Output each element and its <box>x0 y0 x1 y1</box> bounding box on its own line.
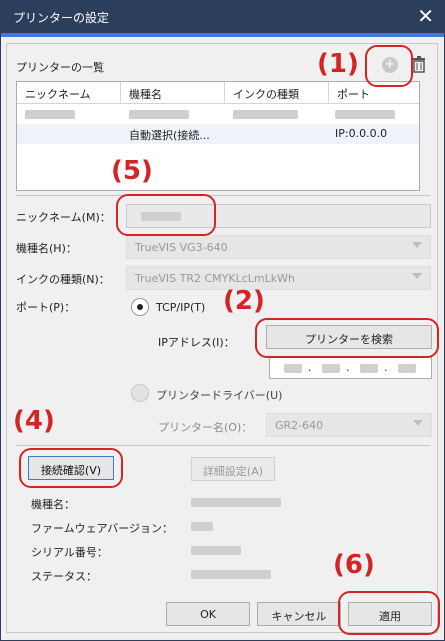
ip-address-field[interactable]: . . . <box>269 357 432 379</box>
nickname-label: ニックネーム(M)： <box>16 211 111 224</box>
title-bar: プリンターの設定 ✕ <box>1 1 444 33</box>
info-status-label: ステータス： <box>31 570 97 583</box>
callout-2-ring <box>255 318 439 358</box>
printer-driver-label[interactable]: プリンタードライバー(U) <box>156 387 282 403</box>
row-port <box>335 109 395 122</box>
info-model-label: 機種名： <box>31 498 75 511</box>
chevron-down-icon <box>412 273 422 279</box>
ink-select[interactable]: TrueVIS TR2 CMYKLcLmLkWh <box>126 266 431 290</box>
printer-name-select[interactable]: GR2-640 <box>266 413 432 437</box>
row-model: 自動選択(接続... <box>129 129 210 142</box>
printer-list-label: プリンターの一覧 <box>16 61 104 74</box>
divider <box>16 445 430 446</box>
row-nickname <box>25 109 75 122</box>
ip-dot: . <box>308 361 312 374</box>
ip-dot: . <box>384 361 388 374</box>
info-status-value <box>191 570 271 579</box>
callout-6: (6) <box>333 550 375 580</box>
table-row[interactable]: 自動選択(接続... IP:0.0.0.0 <box>17 124 419 144</box>
chevron-down-icon <box>412 242 422 248</box>
ip-dot: . <box>346 361 350 374</box>
callout-4: (4) <box>13 406 55 436</box>
callout-1: (1) <box>317 49 359 79</box>
column-header-nickname[interactable]: ニックネーム <box>17 82 121 104</box>
window-title: プリンターの設定 <box>13 11 110 25</box>
tcpip-radio[interactable] <box>131 298 149 316</box>
callout-1-ring <box>365 45 413 87</box>
row-model <box>129 109 189 122</box>
info-serial-value <box>191 546 241 555</box>
table-row[interactable] <box>17 106 419 126</box>
row-ink <box>233 109 298 122</box>
callout-2: (2) <box>223 286 265 316</box>
port-label: ポート(P)： <box>16 301 76 314</box>
model-label: 機種名(H)： <box>16 242 77 255</box>
column-header-model[interactable]: 機種名 <box>121 82 225 104</box>
callout-4-ring <box>19 448 123 488</box>
cancel-button[interactable]: キャンセル <box>257 602 341 626</box>
model-select[interactable]: TrueVIS VG3-640 <box>126 235 431 259</box>
advanced-settings-button[interactable]: 詳細設定(A) <box>191 457 275 481</box>
printer-name-label: プリンター名(O)： <box>158 421 253 434</box>
info-serial-label: シリアル番号： <box>31 546 108 559</box>
column-header-ink[interactable]: インクの種類 <box>225 82 329 104</box>
row-port: IP:0.0.0.0 <box>335 127 388 140</box>
info-model-value <box>191 498 281 507</box>
ink-label: インクの種類(N)： <box>16 273 110 286</box>
title-accent-bar <box>1 33 444 37</box>
divider <box>16 195 430 196</box>
ink-select-value: TrueVIS TR2 CMYKLcLmLkWh <box>135 272 295 285</box>
printer-name-value: GR2-640 <box>275 419 324 432</box>
printer-list-table[interactable]: ニックネーム 機種名 インクの種類 ポート 自動選択(接続... IP:0.0.… <box>16 81 420 191</box>
printer-driver-radio[interactable] <box>131 384 149 402</box>
tcpip-label[interactable]: TCP/IP(T) <box>156 301 205 314</box>
model-select-value: TrueVIS VG3-640 <box>135 241 228 254</box>
close-icon[interactable]: ✕ <box>417 4 434 28</box>
chevron-down-icon <box>413 420 423 426</box>
callout-5-ring <box>116 194 216 236</box>
ip-address-label: IPアドレス(I)： <box>158 336 235 349</box>
callout-5: (5) <box>111 156 153 186</box>
trash-icon[interactable] <box>412 56 426 73</box>
info-firmware-label: ファームウェアバージョン： <box>31 522 174 535</box>
printer-settings-dialog: プリンターの設定 ✕ プリンターの一覧 + ニックネーム 機種名 インクの種類 … <box>0 0 445 641</box>
info-firmware-value <box>191 522 213 531</box>
ok-button[interactable]: OK <box>166 602 250 626</box>
callout-6-ring <box>338 591 440 635</box>
